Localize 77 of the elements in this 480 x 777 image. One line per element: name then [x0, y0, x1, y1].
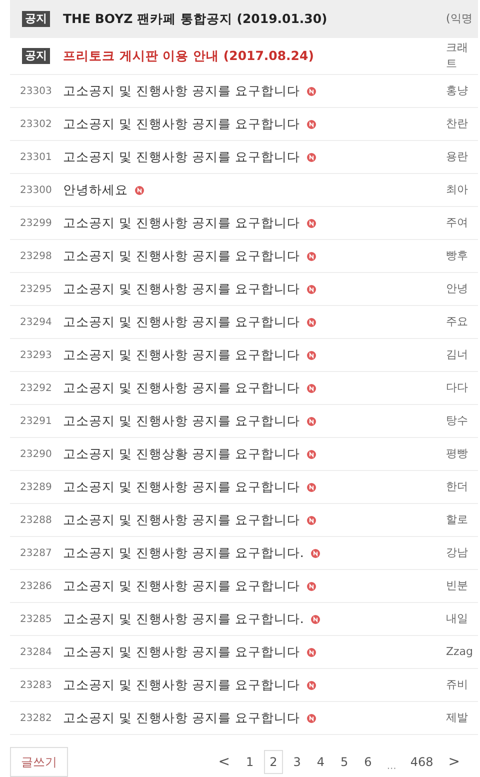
post-title[interactable]: 고소공지 및 진행사항 공지를 요구합니다 [63, 378, 300, 398]
post-number: 23284 [19, 646, 53, 660]
post-number: 23298 [19, 250, 53, 264]
author-name: 홍냥 [446, 82, 469, 99]
notice-title[interactable]: THE BOYZ 팬카페 통합공지 (2019.01.30) [63, 10, 446, 28]
post-number: 23283 [19, 678, 53, 692]
author-name: 찬란 [446, 116, 469, 132]
author-name: 내일 [446, 610, 469, 627]
author-name: 쥬비 [446, 676, 469, 693]
author-name: 주요 [446, 314, 469, 330]
post-number: 23285 [19, 612, 53, 626]
post-number: 23301 [19, 150, 53, 164]
post-title[interactable]: 고소공지 및 진행사항 공지를 요구합니다 [63, 478, 300, 496]
author-name: 안녕 [446, 280, 469, 297]
post-title[interactable]: 고소공지 및 진행사항 공지를 요구합니다 [63, 246, 300, 266]
post-title[interactable]: 고소공지 및 진행사항 공지를 요구합니다 [63, 148, 300, 166]
author-name: 다다 [446, 380, 469, 396]
author-name: 탕수 [446, 412, 469, 429]
ellipsis: ... [386, 760, 398, 774]
page-link[interactable]: 4 [310, 750, 331, 774]
post-title[interactable]: 고소공지 및 진행사항 공지를 요구합니다 [63, 676, 300, 694]
notice-badge: 공지 [22, 48, 50, 64]
post-number: 23287 [19, 546, 53, 560]
page-link[interactable]: 3 [287, 750, 307, 774]
notice-badge: 공지 [22, 11, 50, 27]
author-name: 평빵 [446, 446, 469, 462]
post-number: 23303 [19, 84, 53, 98]
post-title[interactable]: 고소공지 및 진행상황 공지를 요구합니다 [63, 444, 300, 464]
post-number: 23289 [19, 480, 53, 494]
post-number: 23290 [19, 448, 53, 462]
post-number: 23300 [19, 184, 53, 198]
post-number: 23302 [19, 118, 53, 132]
author-name: 빈분 [446, 578, 469, 594]
author-name: Zzag [446, 644, 474, 660]
author-name: 용란 [446, 148, 469, 165]
post-title[interactable]: 고소공지 및 진행사항 공지를 요구합니다 [63, 510, 300, 530]
post-title[interactable]: 고소공지 및 진행사항 공지를 요구합니다 [63, 214, 300, 232]
author-name: 최아 [446, 182, 469, 198]
post-title[interactable]: 고소공지 및 진행사항 공지를 요구합니다 [63, 82, 300, 100]
post-title[interactable]: 고소공지 및 진행사항 공지를 요구합니다 [63, 576, 300, 596]
post-number: 23282 [19, 712, 53, 726]
post-title[interactable]: 고소공지 및 진행사항 공지를 요구합니다. [63, 544, 304, 562]
post-title[interactable]: 고소공지 및 진행사항 공지를 요구합니다 [63, 708, 300, 728]
page-link[interactable]: 5 [334, 750, 354, 774]
next-page-link[interactable]: > [442, 752, 466, 772]
post-number: 23293 [19, 348, 53, 362]
author-name: (익명 [446, 11, 474, 27]
post-title[interactable]: 고소공지 및 진행사항 공지를 요구합니다. [63, 610, 304, 628]
author-name: 제발 [446, 710, 469, 726]
page-link[interactable]: 2 [264, 750, 284, 774]
author-name: 크래 트 [446, 40, 469, 72]
author-name: 할로 [446, 512, 469, 528]
notice-title[interactable]: 프리토크 게시판 이용 안내 (2017.08.24) [63, 46, 446, 66]
page-link[interactable]: 468 [405, 753, 438, 771]
author-name: 주여 [446, 214, 469, 231]
post-number: 23299 [19, 216, 53, 230]
post-number: 23286 [19, 580, 53, 594]
previous-page-link[interactable]: < [212, 752, 236, 772]
post-title[interactable]: 고소공지 및 진행사항 공지를 요구합니다 [63, 114, 300, 134]
author-name: 한더 [446, 478, 469, 495]
post-title[interactable]: 고소공지 및 진행사항 공지를 요구합니다 [63, 642, 300, 662]
author-name: 김너 [446, 346, 469, 363]
post-number: 23291 [19, 414, 53, 428]
post-number: 23288 [19, 514, 53, 528]
post-title[interactable]: 안녕하세요 [63, 180, 128, 200]
post-title[interactable]: 고소공지 및 진행사항 공지를 요구합니다 [63, 412, 300, 430]
author-name: 강남 [446, 544, 469, 561]
page-link[interactable]: 1 [240, 750, 260, 774]
post-number: 23295 [19, 282, 53, 296]
post-number: 23294 [19, 316, 53, 330]
post-title[interactable]: 고소공지 및 진행사항 공지를 요구합니다 [63, 312, 300, 332]
page-link[interactable]: 6 [358, 750, 378, 774]
write-button[interactable]: 글쓰기 [10, 747, 68, 777]
post-title[interactable]: 고소공지 및 진행사항 공지를 요구합니다 [63, 346, 300, 364]
post-title[interactable]: 고소공지 및 진행사항 공지를 요구합니다 [63, 280, 300, 298]
post-number: 23292 [19, 382, 53, 396]
author-name: 빵후 [446, 248, 469, 264]
